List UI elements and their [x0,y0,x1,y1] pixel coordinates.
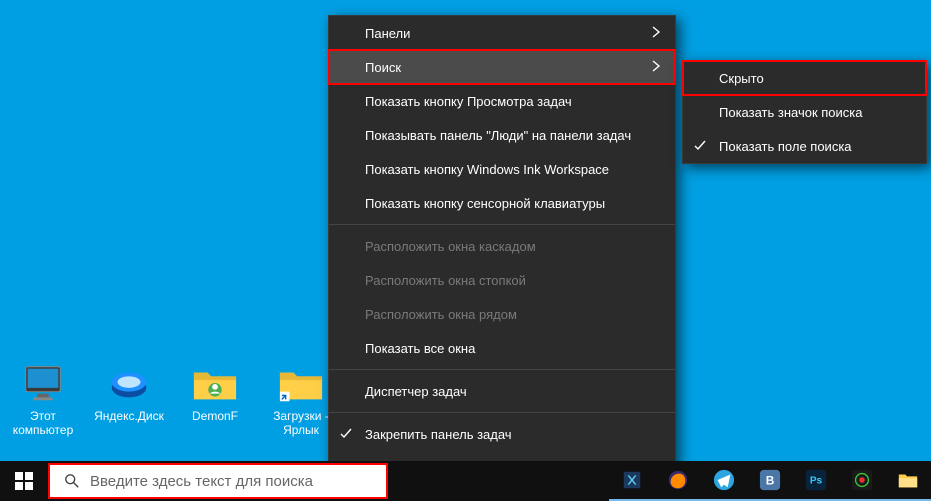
submenu-item-hidden[interactable]: Скрыто [683,61,926,95]
app-vk[interactable]: B [747,461,793,501]
menu-item-label: Поиск [365,60,401,75]
folder-icon [191,361,239,407]
menu-item-stack: Расположить окна стопкой [329,263,675,297]
menu-item-label: Показать все окна [365,341,475,356]
desktop-icon-label: Этоткомпьютер [13,409,74,437]
desktop-icons: Этоткомпьютер Яндекс.Диск DemonF Загрузк… [0,361,340,437]
submenu-item-show-icon[interactable]: Показать значок поиска [683,95,926,129]
menu-item-people[interactable]: Показывать панель "Люди" на панели задач [329,118,675,152]
taskbar-running-apps: B Ps [609,461,931,501]
menu-item-show-all[interactable]: Показать все окна [329,331,675,365]
chevron-right-icon [649,25,663,42]
menu-separator [329,369,675,370]
menu-item-label: Показать поле поиска [719,139,852,154]
menu-item-label: Показать значок поиска [719,105,863,120]
menu-item-label: Показывать панель "Люди" на панели задач [365,128,631,143]
desktop-icon-demonf[interactable]: DemonF [176,361,254,437]
menu-item-label: Показать кнопку Просмотра задач [365,94,572,109]
menu-item-ink-workspace[interactable]: Показать кнопку Windows Ink Workspace [329,152,675,186]
menu-item-label: Показать кнопку Windows Ink Workspace [365,162,609,177]
menu-item-label: Скрыто [719,71,764,86]
search-input[interactable]: Введите здесь текст для поиска [48,463,388,499]
desktop-icon-yandex-disk[interactable]: Яндекс.Диск [90,361,168,437]
search-placeholder: Введите здесь текст для поиска [90,473,313,490]
yandex-disk-icon [105,361,153,407]
desktop-icon-this-pc[interactable]: Этоткомпьютер [4,361,82,437]
search-icon [64,473,80,489]
desktop-icon-label: DemonF [192,409,238,423]
svg-text:B: B [766,474,775,488]
chevron-right-icon [649,59,663,76]
app-bandicam[interactable] [839,461,885,501]
desktop-icon-label: Загрузки -Ярлык [273,409,329,437]
menu-item-panels[interactable]: Панели [329,16,675,50]
app-telegram[interactable] [701,461,747,501]
menu-item-label: Диспетчер задач [365,384,467,399]
app-explorer[interactable] [885,461,931,501]
app-firefox[interactable] [655,461,701,501]
menu-item-cascade: Расположить окна каскадом [329,229,675,263]
menu-item-lock-taskbar[interactable]: Закрепить панель задач [329,417,675,451]
menu-item-side-by-side: Расположить окна рядом [329,297,675,331]
menu-item-task-view[interactable]: Показать кнопку Просмотра задач [329,84,675,118]
submenu-item-show-box[interactable]: Показать поле поиска [683,129,926,163]
app-photoshop[interactable]: Ps [793,461,839,501]
menu-separator [329,224,675,225]
menu-item-label: Закрепить панель задач [365,427,512,442]
pc-icon [19,361,67,407]
menu-item-task-manager[interactable]: Диспетчер задач [329,374,675,408]
check-icon [339,427,353,441]
menu-item-label: Панели [365,26,410,41]
taskbar: Введите здесь текст для поиска B Ps [0,461,931,501]
taskbar-context-menu: Панели Поиск Показать кнопку Просмотра з… [328,15,676,486]
start-button[interactable] [0,461,48,501]
menu-item-label: Расположить окна рядом [365,307,517,322]
menu-item-label: Показать кнопку сенсорной клавиатуры [365,196,605,211]
windows-icon [15,472,33,490]
menu-item-label: Расположить окна каскадом [365,239,536,254]
menu-item-label: Расположить окна стопкой [365,273,526,288]
check-icon [693,139,707,153]
menu-item-search[interactable]: Поиск [329,50,675,84]
menu-item-touch-keyboard[interactable]: Показать кнопку сенсорной клавиатуры [329,186,675,220]
desktop-icon-label: Яндекс.Диск [94,409,164,423]
search-submenu: Скрыто Показать значок поиска Показать п… [682,60,927,164]
menu-separator [329,412,675,413]
folder-shortcut-icon [277,361,325,407]
svg-text:Ps: Ps [810,476,823,487]
app-virtualbox[interactable] [609,461,655,501]
